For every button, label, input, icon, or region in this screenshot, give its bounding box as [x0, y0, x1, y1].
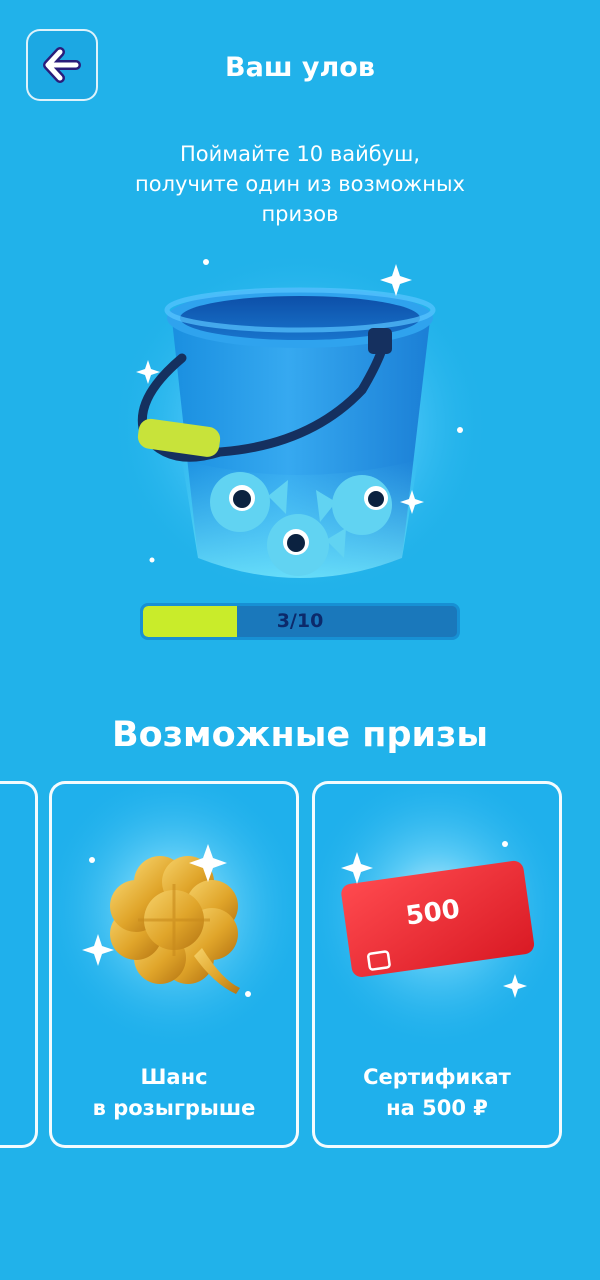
prize-label: Сертификат на 500 ₽: [315, 1062, 559, 1124]
prizes-heading: Возможные призы: [111, 715, 489, 755]
prize-label-line: Сертификат: [363, 1065, 511, 1089]
page-title: Ваш улов: [225, 52, 375, 83]
back-button[interactable]: [26, 29, 98, 101]
intro-line: получите один из возможных: [135, 172, 465, 196]
catch-progress-bar: 3/10: [140, 603, 460, 640]
intro-text: Поймайте 10 вайбуш, получите один из воз…: [100, 139, 500, 229]
golden-clover-icon: [52, 784, 296, 1044]
intro-line: Поймайте 10 вайбуш,: [179, 142, 421, 166]
prize-card-partial[interactable]: [0, 781, 38, 1148]
prize-label-line: на 500 ₽: [386, 1096, 488, 1120]
prize-label: Шанс в розыгрыше: [52, 1062, 296, 1124]
prize-label-line: Шанс: [140, 1065, 208, 1089]
bucket-illustration: [100, 240, 500, 610]
prize-label-line: в розыгрыше: [92, 1096, 256, 1120]
intro-line: призов: [261, 202, 339, 226]
arrow-left-icon: [43, 47, 81, 83]
prize-card-certificate[interactable]: 500 Сертификат на 500 ₽: [312, 781, 562, 1148]
gift-card-icon: 500: [315, 784, 559, 1044]
prize-card-lottery-chance[interactable]: Шанс в розыгрыше: [49, 781, 299, 1148]
progress-text: 3/10: [276, 610, 324, 632]
